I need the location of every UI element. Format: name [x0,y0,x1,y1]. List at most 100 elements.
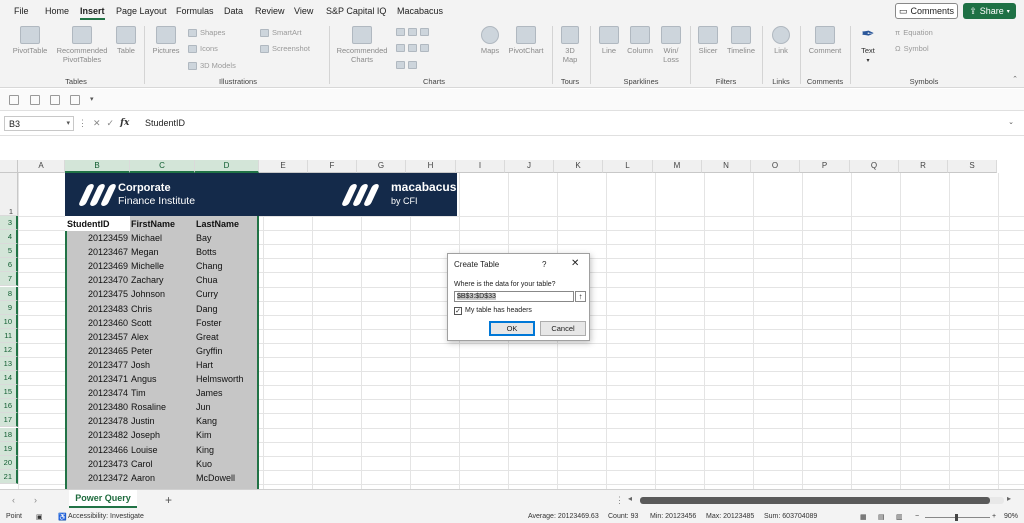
line-chart-button[interactable] [396,44,429,52]
table-cell[interactable]: 20123457 [65,330,128,344]
sparkline-line-button[interactable]: Line [596,26,622,55]
status-max[interactable]: Max: 20123485 [706,513,754,520]
help-icon[interactable]: ? [542,260,546,269]
table-cell[interactable]: Curry [196,287,218,301]
row-header-15[interactable]: 15 [0,385,18,400]
table-cell[interactable]: 20123469 [65,259,128,273]
table-cell[interactable]: 20123473 [65,457,128,471]
comments-button[interactable]: ▭ Comments [895,3,958,19]
table-cell[interactable]: Zachary [131,273,164,287]
macro-record-icon[interactable]: ▣ [36,513,43,521]
column-header-l[interactable]: L [603,160,653,173]
table-cell[interactable]: Chris [131,302,152,316]
horizontal-scrollbar-thumb[interactable] [640,497,990,504]
table-cell[interactable]: Johnson [131,287,165,301]
status-sum[interactable]: Sum: 603704089 [764,513,817,520]
status-count[interactable]: Count: 93 [608,513,638,520]
recommended-pivottables-button[interactable]: Recommended PivotTables [52,26,112,64]
table-cell[interactable]: Helmsworth [196,372,244,386]
column-header-c[interactable]: C [130,160,195,173]
range-input[interactable]: $B$3:$D$33 [454,291,574,302]
text-button[interactable]: ✒ Text ▾ [856,26,880,66]
symbol-button[interactable]: Ω Symbol [895,44,929,53]
qat-customize-icon[interactable]: ▾ [90,95,94,103]
column-header-e[interactable]: E [259,160,308,173]
sparkline-column-button[interactable]: Column [624,26,656,55]
sheet-next-icon[interactable]: › [34,495,37,505]
menu-data[interactable]: Data [224,6,243,16]
row-header-10[interactable]: 10 [0,314,18,329]
table-cell[interactable]: 20123465 [65,344,128,358]
table-cell[interactable]: Aaron [131,471,155,485]
slicer-button[interactable]: Slicer [694,26,722,55]
table-cell[interactable]: 20123478 [65,414,128,428]
table-cell[interactable]: McDowell [196,471,235,485]
cancel-icon[interactable]: ✕ [93,118,101,129]
table-header-cell[interactable]: StudentID [67,217,110,231]
qat-sort-icon[interactable] [9,95,19,105]
zoom-level[interactable]: 90% [1004,513,1018,520]
pivotchart-button[interactable]: PivotChart [505,26,547,55]
row-header-18[interactable]: 18 [0,427,18,442]
row-header-9[interactable]: 9 [0,300,18,315]
menu-view[interactable]: View [294,6,313,16]
table-header-cell[interactable]: LastName [196,217,239,231]
formula-input[interactable]: StudentID [145,118,185,128]
row-header-13[interactable]: 13 [0,357,18,372]
table-cell[interactable]: Kim [196,428,212,442]
row-header-17[interactable]: 17 [0,413,18,428]
table-cell[interactable]: Bay [196,231,212,245]
table-cell[interactable]: 20123470 [65,273,128,287]
zoom-out-icon[interactable]: − [915,513,919,520]
table-cell[interactable]: 20123474 [65,386,128,400]
enter-check-icon[interactable]: ✓ [107,118,115,129]
table-cell[interactable]: 20123460 [65,316,128,330]
table-cell[interactable]: Rosaline [131,400,166,414]
smartart-button[interactable]: SmartArt [260,28,302,37]
table-cell[interactable]: Carol [131,457,153,471]
row-header-5[interactable]: 5 [0,244,18,259]
comment-button[interactable]: Comment [806,26,844,55]
column-header-o[interactable]: O [751,160,800,173]
menu-sp-capital-iq[interactable]: S&P Capital IQ [326,6,386,16]
table-cell[interactable]: 20123467 [65,245,128,259]
maps-button[interactable]: Maps [478,26,502,55]
table-cell[interactable]: 20123472 [65,471,128,485]
status-min[interactable]: Min: 20123456 [650,513,696,520]
sparkline-winloss-button[interactable]: Win/ Loss [658,26,684,64]
icons-button[interactable]: Icons [188,44,218,53]
column-header-k[interactable]: K [554,160,603,173]
table-cell[interactable]: Dang [196,302,218,316]
timeline-button[interactable]: Timeline [724,26,758,55]
more-options-icon[interactable]: ⋮ [78,118,87,129]
menu-page-layout[interactable]: Page Layout [116,6,167,16]
ok-button[interactable]: OK [489,321,535,336]
cancel-button[interactable]: Cancel [540,321,586,336]
menu-insert[interactable]: Insert [80,6,105,20]
column-chart-button[interactable] [396,28,429,36]
accessibility-status[interactable]: Accessibility: Investigate [68,513,144,520]
tab-split-handle[interactable]: ⋮ [615,495,624,506]
column-header-a[interactable]: A [18,160,65,173]
menu-formulas[interactable]: Formulas [176,6,214,16]
table-cell[interactable]: 20123483 [65,302,128,316]
table-cell[interactable]: Joseph [131,428,160,442]
row-header-3[interactable]: 3 [0,216,18,231]
equation-button[interactable]: π Equation [895,28,933,37]
scroll-left-icon[interactable]: ◂ [628,494,632,503]
column-header-h[interactable]: H [406,160,456,173]
column-header-r[interactable]: R [899,160,948,173]
table-cell[interactable]: Great [196,330,219,344]
table-cell[interactable]: Justin [131,414,155,428]
menu-home[interactable]: Home [45,6,69,16]
table-cell[interactable]: Tim [131,386,146,400]
table-cell[interactable]: Botts [196,245,217,259]
column-header-i[interactable]: I [456,160,505,173]
sheet-tab-power-query[interactable]: Power Query [69,490,137,508]
column-header-b[interactable]: B [65,160,130,173]
table-cell[interactable]: Michelle [131,259,164,273]
3d-map-button[interactable]: 3D Map [556,26,584,64]
table-cell[interactable]: Megan [131,245,159,259]
table-cell[interactable]: King [196,443,214,457]
sheet-prev-icon[interactable]: ‹ [12,495,15,505]
